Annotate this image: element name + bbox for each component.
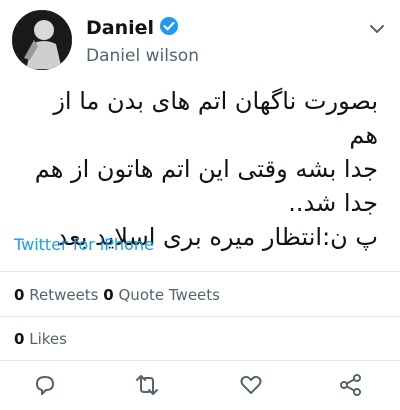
like-icon[interactable] [238,372,264,398]
user-handle[interactable]: Daniel wilson [86,46,199,66]
quote-tweets-stat[interactable]: 0 Quote Tweets [103,286,220,304]
divider [0,316,400,317]
likes-stat[interactable]: 0 Likes [14,330,67,348]
display-name[interactable]: Daniel [86,17,154,39]
avatar[interactable] [12,10,72,70]
retweets-label: Retweets [29,286,99,304]
likes-count: 0 [14,330,25,348]
share-icon[interactable] [338,372,364,398]
retweet-icon[interactable] [134,372,160,398]
reply-icon[interactable] [32,372,58,398]
quote-tweets-label: Quote Tweets [118,286,220,304]
tweet-actions [0,364,400,406]
engagement-stats: 0 Retweets 0 Quote Tweets [14,286,220,304]
quote-tweets-count: 0 [103,286,114,304]
retweets-stat[interactable]: 0 Retweets [14,286,99,304]
retweets-count: 0 [14,286,25,304]
likes-label: Likes [29,330,67,348]
tweet-source-link[interactable]: Twitter for iPhone [14,235,154,254]
tweet-header: Daniel Daniel wilson [12,10,388,72]
divider [0,360,400,361]
verified-badge-icon [159,16,179,40]
tweet-text: بصورت ناگهان اتم های بدن ما از هم جدا بش… [34,87,378,251]
divider [0,271,400,272]
chevron-down-icon[interactable] [366,18,388,40]
